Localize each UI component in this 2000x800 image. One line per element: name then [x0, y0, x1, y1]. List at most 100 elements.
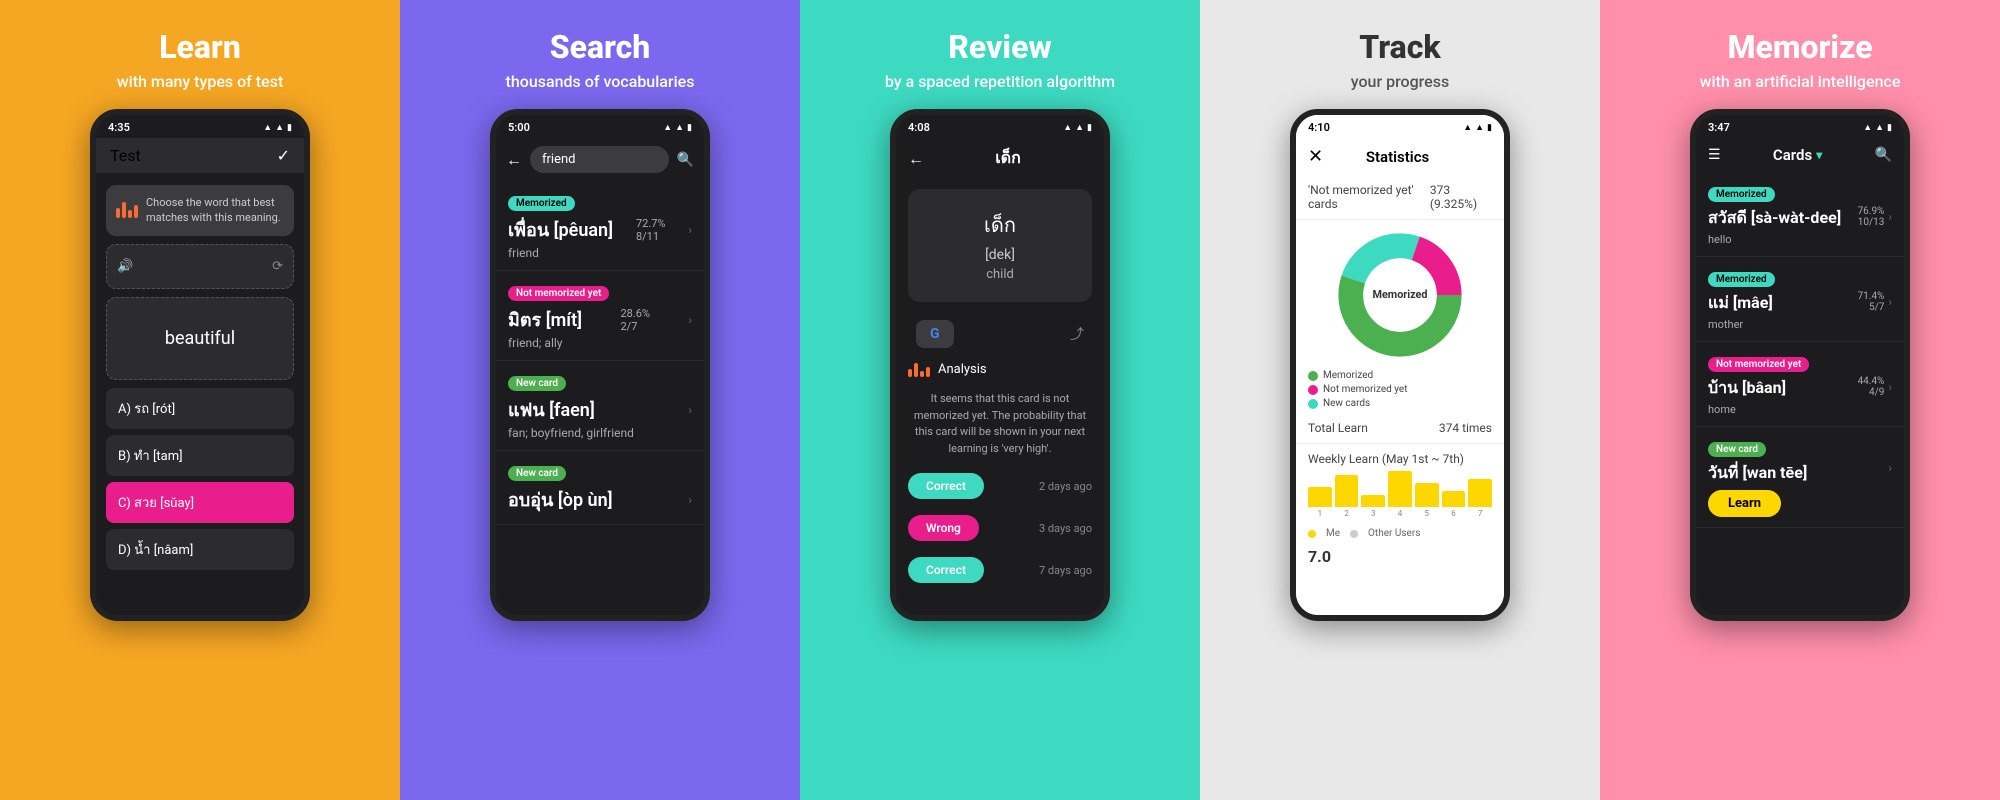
learn-header: Learn with many types of test [0, 0, 400, 109]
track-phone: 4:10 ▲ ▲ ▮ ✕ Statistics 'Not memorized y… [1290, 109, 1510, 621]
learn-status-bar: 4:35 ▲ ▲ ▮ [96, 115, 304, 138]
test-check-icon[interactable]: ✓ [277, 146, 290, 165]
correct-btn-0[interactable]: Correct [908, 473, 984, 499]
not-memorized-label: 'Not memorized yet' cards [1308, 183, 1430, 211]
memo-item-2[interactable]: Not memorized yet บ้าน [bâan] 44.4% 4/9 … [1696, 342, 1904, 427]
test-choice-d[interactable]: D) น้ำ [nâam] [106, 529, 294, 570]
review-back-icon[interactable]: ← [908, 149, 924, 169]
weekly-legend-row: Me Other Users [1296, 524, 1504, 543]
review-subtitle: by a spaced repetition algorithm [820, 72, 1180, 91]
memo-word-3: วันที่ [wan tēe] [1708, 461, 1807, 486]
bar-fill-6 [1468, 479, 1492, 507]
track-header-section: Track your progress [1200, 0, 1600, 109]
review-word-header: เด็ก [924, 146, 1092, 171]
search-back-icon[interactable]: ← [506, 150, 522, 170]
test-choices: A) รถ [rót] B) ทำ [tam] C) สวย [sǔay] D)… [106, 388, 294, 570]
review-phone: 4:08 ▲ ▲ ▮ ← เด็ก เด็ก [dek] child G ⤴ [890, 109, 1110, 621]
review-screen: 4:08 ▲ ▲ ▮ ← เด็ก เด็ก [dek] child G ⤴ [896, 115, 1104, 615]
abar3 [920, 371, 924, 377]
chevron-right-icon-1: › [688, 313, 692, 327]
learn-subtitle: with many types of test [20, 72, 380, 91]
pie-chart: Memorized [1335, 230, 1465, 360]
memo-phone: 3:47 ▲ ▲ ▮ ☰ Cards ▾ 🔍 Memorized สว [1690, 109, 1910, 621]
battery-icon: ▮ [687, 123, 692, 133]
track-status-icons: ▲ ▲ ▮ [1463, 122, 1492, 133]
search-submit-icon[interactable]: 🔍 [677, 152, 694, 168]
test-choice-c[interactable]: C) สวย [sǔay] [106, 482, 294, 523]
learn-status-time: 4:35 [108, 121, 130, 134]
test-title: Test [110, 146, 141, 165]
memo-pct-2: 44.4% 4/9 [1858, 376, 1885, 398]
search-word-2: แฟน [faen] [508, 395, 595, 424]
memo-pct-0: 76.9% 10/13 [1858, 206, 1885, 228]
memo-item-top-2: บ้าน [bâan] 44.4% 4/9 › [1708, 376, 1892, 401]
battery-icon: ▮ [1887, 123, 1892, 133]
search-result-1[interactable]: Not memorized yet มิตร [mít] 28.6% 2/7 ›… [496, 271, 704, 361]
share-icon[interactable]: ⤴ [1070, 324, 1084, 344]
bar-label-6: 7 [1478, 509, 1483, 518]
review-status-bar: 4:08 ▲ ▲ ▮ [896, 115, 1104, 138]
total-learn-row: Total Learn 374 times [1296, 413, 1504, 443]
review-description: It seems that this card is not memorized… [908, 391, 1092, 457]
legend-new-cards-dot [1308, 399, 1318, 409]
menu-icon[interactable]: ☰ [1708, 147, 1721, 163]
memo-screen: 3:47 ▲ ▲ ▮ ☰ Cards ▾ 🔍 Memorized สว [1696, 115, 1904, 615]
legend-memorized: Memorized [1308, 370, 1492, 381]
bar-item-4: 5 [1415, 483, 1439, 518]
search-status-icons: ▲ ▲ ▮ [663, 122, 692, 133]
bar-item-1: 2 [1335, 475, 1359, 518]
search-result-3[interactable]: New card อบอุ่น [òp ùn] › [496, 451, 704, 525]
correct-btn-2[interactable]: Correct [908, 557, 984, 583]
weekly-bar-chart: 1234567 [1296, 474, 1504, 524]
review-status-time: 4:08 [908, 121, 930, 134]
memo-search-icon[interactable]: 🔍 [1875, 147, 1892, 163]
review-card: เด็ก [dek] child [908, 189, 1092, 302]
history-time-0: 2 days ago [1039, 480, 1092, 493]
cards-dropdown[interactable]: Cards ▾ [1773, 146, 1822, 164]
history-item-1: Wrong 3 days ago [908, 507, 1092, 549]
test-choice-b[interactable]: B) ทำ [tam] [106, 435, 294, 476]
search-result-0[interactable]: Memorized เพื่อน [pêuan] 72.7% 8/11 › fr… [496, 181, 704, 271]
memo-def-1: mother [1708, 318, 1892, 331]
memo-tag-0: Memorized [1708, 187, 1775, 202]
speaker-icon[interactable]: 🔊 [117, 259, 133, 274]
track-close-icon[interactable]: ✕ [1308, 146, 1323, 167]
bar-item-0: 1 [1308, 487, 1332, 518]
legend-not-memorized: Not memorized yet [1308, 384, 1492, 395]
panel-track: Track your progress 4:10 ▲ ▲ ▮ ✕ Statist… [1200, 0, 1600, 800]
review-top-bar: ← เด็ก [896, 138, 1104, 179]
me-legend-label: Me [1326, 528, 1340, 539]
legend-memorized-dot [1308, 371, 1318, 381]
test-choice-a[interactable]: A) รถ [rót] [106, 388, 294, 429]
memo-status-time: 3:47 [1708, 121, 1730, 134]
memo-word-1: แม่ [mâe] [1708, 291, 1773, 316]
google-button[interactable]: G [916, 320, 954, 348]
memo-def-2: home [1708, 403, 1892, 416]
legend-memorized-label: Memorized [1323, 370, 1373, 381]
memo-item-1[interactable]: Memorized แม่ [mâe] 71.4% 5/7 › mother [1696, 257, 1904, 342]
track-title: Track [1220, 28, 1580, 66]
bar1 [116, 208, 120, 218]
search-result-2[interactable]: New card แฟน [faen] › fan; boyfriend, gi… [496, 361, 704, 451]
search-def-0: friend [508, 246, 692, 260]
signal-icon: ▲ [663, 122, 672, 133]
memo-tag-2: Not memorized yet [1708, 357, 1809, 372]
wrong-btn-1[interactable]: Wrong [908, 515, 979, 541]
memo-right-0: 76.9% 10/13 › [1858, 206, 1892, 228]
search-subtitle: thousands of vocabularies [420, 72, 780, 91]
battery-icon: ▮ [287, 123, 292, 133]
not-memorized-value: 373 (9.325%) [1430, 183, 1492, 211]
memorize-header: Memorize with an artificial intelligence [1600, 0, 2000, 109]
learn-button[interactable]: Learn [1708, 490, 1781, 517]
search-phone: 5:00 ▲ ▲ ▮ ← friend 🔍 Memorized เพื่อน [… [490, 109, 710, 621]
signal-icon: ▲ [1063, 122, 1072, 133]
review-word-phonetic: [dek] [918, 247, 1082, 263]
dropdown-arrow-icon: ▾ [1816, 148, 1822, 162]
bar-label-2: 3 [1371, 509, 1376, 518]
others-legend-label: Other Users [1368, 528, 1420, 539]
repeat-icon[interactable]: ⟳ [272, 259, 283, 274]
search-input[interactable]: friend [530, 146, 669, 173]
memo-item-0[interactable]: Memorized สวัสดี [sà-wàt-dee] 76.9% 10/1… [1696, 172, 1904, 257]
memo-item-3[interactable]: New card วันที่ [wan tēe] › Learn [1696, 427, 1904, 528]
panel-review: Review by a spaced repetition algorithm … [800, 0, 1200, 800]
